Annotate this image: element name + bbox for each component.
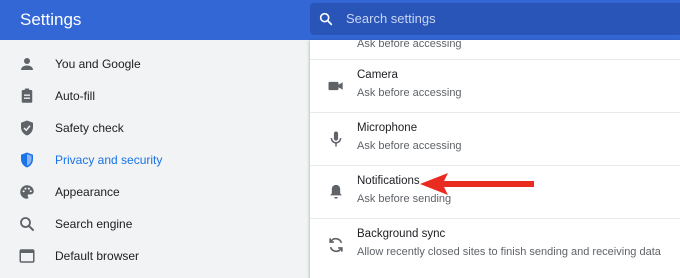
sync-icon bbox=[329, 237, 343, 253]
row-title: Microphone bbox=[357, 122, 418, 134]
row-subtitle: Ask before accessing bbox=[357, 87, 462, 99]
sidebar-item-safety-check[interactable]: Safety check bbox=[0, 112, 300, 144]
shield-icon bbox=[21, 152, 33, 168]
browser-window-icon bbox=[19, 249, 35, 263]
sidebar-item-you-and-google[interactable]: You and Google bbox=[0, 48, 300, 80]
row-title: Camera bbox=[357, 69, 398, 81]
camera-icon bbox=[328, 81, 343, 91]
partial-row-subtitle: Ask before accessing bbox=[357, 40, 462, 50]
bell-icon bbox=[330, 184, 342, 199]
person-icon bbox=[21, 58, 33, 70]
row-subtitle: Allow recently closed sites to finish se… bbox=[357, 246, 661, 258]
row-title: Background sync bbox=[357, 228, 446, 240]
sidebar-item-label: You and Google bbox=[55, 57, 141, 71]
search-placeholder: Search settings bbox=[346, 11, 436, 26]
annotation-arrow bbox=[420, 173, 534, 195]
shield-check-icon bbox=[21, 120, 33, 136]
palette-icon bbox=[20, 185, 34, 199]
search-icon bbox=[20, 217, 34, 231]
site-settings-card: Ask before accessing Camera Ask before a… bbox=[310, 40, 680, 278]
setting-row-microphone[interactable]: Microphone Ask before accessing bbox=[310, 112, 680, 165]
app-header: Settings Search settings bbox=[0, 0, 680, 40]
clipboard-icon bbox=[21, 88, 33, 103]
sidebar-item-label: Auto-fill bbox=[55, 89, 96, 103]
microphone-icon bbox=[330, 131, 342, 147]
setting-row-background-sync[interactable]: Background sync Allow recently closed si… bbox=[310, 218, 680, 271]
sidebar-item-label: Default browser bbox=[55, 249, 140, 263]
sidebar-item-appearance[interactable]: Appearance bbox=[0, 176, 300, 208]
sidebar-item-label: Safety check bbox=[55, 121, 124, 135]
sidebar-item-search-engine[interactable]: Search engine bbox=[0, 208, 300, 240]
search-icon bbox=[319, 12, 333, 26]
row-subtitle: Ask before accessing bbox=[357, 140, 462, 152]
sidebar-item-label: Appearance bbox=[55, 185, 120, 199]
setting-row-camera[interactable]: Camera Ask before accessing bbox=[310, 59, 680, 112]
search-input[interactable]: Search settings bbox=[310, 3, 680, 35]
row-title: Notifications bbox=[357, 175, 420, 187]
sidebar-item-default-browser[interactable]: Default browser bbox=[0, 240, 300, 272]
sidebar: You and Google Auto-fill Safety check Pr… bbox=[0, 40, 310, 278]
app-title: Settings bbox=[20, 10, 82, 29]
sidebar-item-label: Privacy and security bbox=[55, 153, 163, 167]
sidebar-item-label: Search engine bbox=[55, 217, 133, 231]
sidebar-item-privacy-and-security[interactable]: Privacy and security bbox=[0, 144, 300, 176]
sidebar-item-auto-fill[interactable]: Auto-fill bbox=[0, 80, 300, 112]
